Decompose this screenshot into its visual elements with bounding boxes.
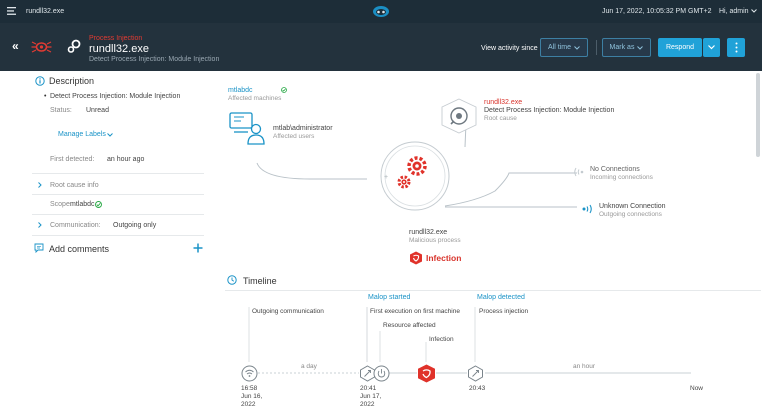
chevron-right-icon[interactable] [38, 222, 42, 228]
divider [32, 214, 204, 215]
page-title: rundll32.exe [89, 43, 149, 55]
add-comments-heading: Add comments [49, 244, 110, 254]
process-name[interactable]: rundll32.exe [409, 229, 447, 236]
details-panel: Description • Detect Process Injection: … [0, 71, 215, 412]
timeline-panel: Timeline Malop started Malop detected Ou… [215, 271, 762, 412]
process-caption: Malicious process [409, 237, 461, 244]
timeline-lines [248, 307, 691, 374]
communication-label: Communication: [50, 222, 101, 229]
expand-plus-icon[interactable]: + [384, 174, 388, 181]
plus-icon[interactable] [193, 243, 203, 253]
info-icon [35, 76, 45, 86]
t2-date: Jun 17, [360, 393, 382, 400]
root-cause-description: Detect Process Injection: Module Injecti… [484, 107, 615, 114]
logo-icon [373, 6, 389, 17]
scope-value: mtlabdc [70, 201, 95, 208]
collapse-icon[interactable]: « [12, 39, 19, 53]
respond-dropdown-button[interactable] [703, 38, 720, 57]
machine-caption: Affected machines [228, 95, 282, 102]
view-activity-label: View activity since [481, 45, 538, 52]
manage-labels-link[interactable]: Manage Labels [58, 131, 106, 138]
check-circle-icon [281, 87, 287, 93]
t1-year: 2022 [241, 401, 256, 408]
event-outgoing: Outgoing communication [252, 308, 324, 315]
topbar-file: rundll32.exe [26, 8, 65, 15]
chevron-down-icon [574, 45, 580, 50]
description-text: Detect Process Injection: Module Injecti… [50, 93, 181, 100]
user-menu[interactable]: Hi, admin [719, 8, 749, 15]
root-cause-info-toggle[interactable]: Root cause info [50, 182, 99, 189]
scrollbar-thumb[interactable] [756, 73, 760, 157]
first-detected-value: an hour ago [107, 156, 145, 163]
first-detected-label: First detected: [50, 156, 95, 163]
outgoing-caption: Outgoing connections [599, 211, 662, 218]
timeline-infection-marker-icon[interactable] [417, 364, 436, 383]
gap-label: an hour [573, 363, 596, 370]
divider [32, 235, 204, 236]
t2-year: 2022 [360, 401, 375, 408]
t1-date: Jun 16, [241, 393, 263, 400]
root-cause-caption: Root cause [484, 115, 517, 122]
bullet-dot: • [44, 93, 47, 100]
t2-time: 20:41 [360, 385, 377, 392]
top-bar: rundll32.exe Jun 17, 2022, 10:05:32 PM G… [0, 0, 762, 23]
event-first-execution: First execution on first machine [370, 308, 460, 315]
event-process-injection: Process injection [479, 308, 529, 315]
chevron-down-icon [637, 45, 644, 50]
machine-name[interactable]: mtlabdc [228, 87, 253, 94]
t3-time: 20:43 [469, 385, 486, 392]
malicious-process-gears-icon[interactable] [393, 151, 437, 195]
scope-label: Scope: [50, 201, 72, 208]
description-heading: Description [49, 76, 95, 86]
infection-icon [410, 251, 422, 265]
communication-value: Outgoing only [113, 222, 157, 229]
divider [32, 194, 204, 195]
attack-graph: mtlabdc Affected machines mtlab\administ… [215, 71, 762, 271]
gap-label: a day [301, 363, 317, 370]
chevron-down-icon[interactable] [107, 133, 113, 137]
gears-icon [67, 39, 81, 53]
menu-icon[interactable] [7, 7, 16, 15]
user-caption: Affected users [273, 133, 315, 140]
outgoing-name[interactable]: Unknown Connection [599, 203, 666, 210]
status-label: Status: [50, 107, 72, 114]
event-resource: Resource affected [383, 322, 436, 329]
now-label: Now [690, 385, 704, 392]
divider [32, 173, 204, 174]
malop-category: Process Injection [89, 35, 143, 42]
incoming-caption: Incoming connections [590, 174, 653, 181]
mark-as-button[interactable]: Mark as [602, 38, 651, 57]
chevron-right-icon[interactable] [38, 182, 42, 188]
comment-icon [34, 243, 44, 253]
timeline-wifi-marker-icon[interactable] [241, 365, 258, 382]
respond-label: Respond [665, 44, 695, 51]
chevron-down-icon[interactable] [751, 9, 757, 13]
root-cause-icon[interactable] [440, 98, 478, 134]
timeline-injection-marker-icon[interactable] [467, 365, 484, 382]
event-infection: Infection [429, 336, 454, 343]
check-circle-icon [95, 201, 102, 208]
malop-bug-icon [31, 41, 52, 53]
time-range-value: All time [548, 44, 571, 51]
page-subtitle: Detect Process Injection: Module Injecti… [89, 56, 220, 63]
topbar-datetime: Jun 17, 2022, 10:05:32 PM GMT+2 [602, 8, 712, 15]
machine-user-icon[interactable] [229, 112, 265, 145]
respond-button[interactable]: Respond [658, 38, 702, 57]
user-name[interactable]: mtlab\administrator [273, 125, 333, 132]
status-value: Unread [86, 107, 109, 114]
time-range-select[interactable]: All time [540, 38, 588, 57]
root-cause-name[interactable]: rundll32.exe [484, 99, 522, 106]
outgoing-signal-icon [582, 204, 592, 214]
divider [596, 40, 597, 55]
more-options-button[interactable] [727, 38, 745, 57]
malop-header: « Process Injection rundll32.exe Detect … [0, 23, 762, 71]
mark-as-label: Mark as [609, 44, 635, 51]
t1-time: 16:58 [241, 385, 258, 392]
infection-label: Infection [426, 253, 462, 263]
incoming-signal-icon [574, 167, 584, 177]
incoming-name: No Connections [590, 166, 640, 173]
kebab-icon [735, 42, 737, 53]
chevron-down-icon [708, 45, 715, 50]
timeline-power-marker-icon[interactable] [373, 365, 390, 382]
